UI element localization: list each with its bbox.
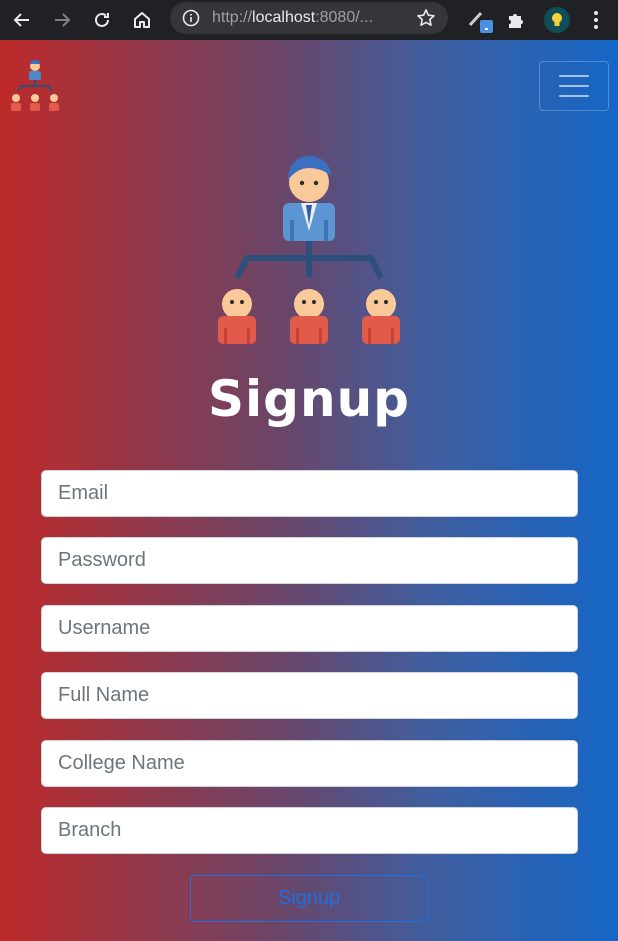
address-bar[interactable]: http://localhost:8080/... (170, 2, 448, 34)
username-field[interactable] (41, 605, 578, 652)
back-button[interactable] (6, 4, 38, 36)
nav-toggle-button[interactable] (539, 61, 609, 111)
pen-extension-button[interactable] (464, 4, 496, 36)
puzzle-icon (509, 14, 523, 28)
browser-toolbar: http://localhost:8080/... (0, 0, 618, 40)
page-title: Signup (208, 370, 410, 428)
hamburger-icon (559, 75, 589, 77)
reload-button[interactable] (86, 4, 118, 36)
kebab-menu-icon (594, 11, 598, 29)
branch-field[interactable] (41, 807, 578, 854)
forward-button[interactable] (46, 4, 78, 36)
browser-menu-button[interactable] (580, 4, 612, 36)
hierarchy-logo-icon (218, 156, 400, 344)
arrow-left-icon (13, 13, 29, 27)
password-field[interactable] (41, 537, 578, 584)
info-icon[interactable] (182, 9, 200, 27)
url-text[interactable]: http://localhost:8080/... (212, 9, 373, 27)
brand-logo[interactable] (8, 58, 64, 114)
email-field[interactable] (41, 470, 578, 517)
home-icon (134, 12, 150, 28)
extensions-button[interactable] (500, 4, 532, 36)
arrow-right-icon (55, 13, 71, 27)
home-button[interactable] (126, 4, 158, 36)
college-name-field[interactable] (41, 740, 578, 787)
reload-icon (95, 12, 109, 27)
lightbulb-avatar-icon (544, 7, 570, 33)
profile-button[interactable] (541, 4, 573, 36)
full-name-field[interactable] (41, 672, 578, 719)
signup-button[interactable]: Signup (190, 875, 428, 922)
pen-extension-icon (468, 11, 493, 33)
signup-page: Signup Signup (0, 40, 618, 941)
star-icon[interactable] (416, 8, 436, 28)
